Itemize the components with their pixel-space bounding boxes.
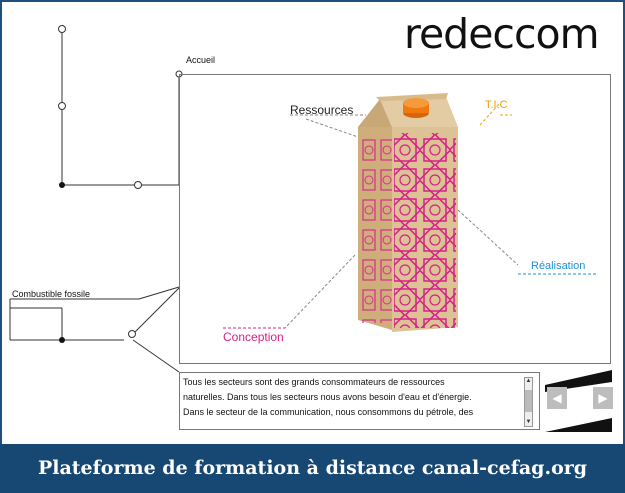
nav-controls-decor <box>545 370 612 432</box>
footer-banner: Plateforme de formation à distance canal… <box>0 444 625 493</box>
next-arrow-icon: ▶ <box>598 391 608 405</box>
prev-arrow-icon: ◀ <box>552 391 562 405</box>
next-button[interactable]: ▶ <box>593 387 613 409</box>
prev-button[interactable]: ◀ <box>547 387 567 409</box>
